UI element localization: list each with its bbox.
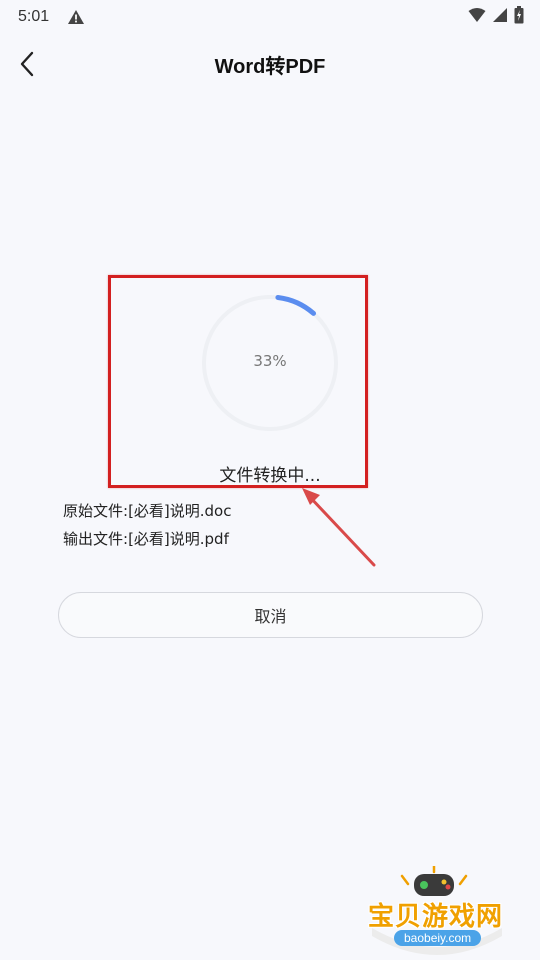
- watermark-url: baobeiy.com: [394, 930, 482, 946]
- source-file-name: [必看]说明.doc: [128, 502, 232, 520]
- back-button[interactable]: [10, 46, 46, 82]
- output-file-label: 输出文件:: [63, 530, 129, 548]
- chevron-left-icon: [20, 51, 34, 77]
- status-icons: [468, 6, 524, 28]
- status-bar: 5:01: [0, 0, 540, 34]
- highlight-box: [108, 275, 368, 488]
- warning-icon: [67, 9, 85, 25]
- output-file-name: [必看]说明.pdf: [128, 530, 229, 548]
- output-file-row: 输出文件:[必看]说明.pdf: [63, 525, 231, 553]
- source-file-row: 原始文件:[必看]说明.doc: [63, 497, 231, 525]
- file-info: 原始文件:[必看]说明.doc 输出文件:[必看]说明.pdf: [63, 497, 231, 553]
- wifi-icon: [468, 7, 486, 27]
- status-time: 5:01: [18, 8, 50, 25]
- annotation-arrow-icon: [302, 488, 376, 567]
- top-app-bar: Word转PDF: [0, 34, 540, 94]
- cancel-button-label: 取消: [254, 607, 287, 626]
- cancel-button[interactable]: 取消: [58, 592, 483, 638]
- page-title: Word转PDF: [214, 55, 326, 78]
- source-file-label: 原始文件:: [63, 502, 129, 520]
- battery-icon: [514, 6, 524, 28]
- conversion-status: 文件转换中...: [219, 466, 321, 486]
- watermark-logo: 宝贝游戏网 baobeiy.com: [362, 866, 512, 956]
- watermark-brand: 宝贝游戏网: [368, 902, 504, 932]
- signal-icon: [492, 7, 508, 27]
